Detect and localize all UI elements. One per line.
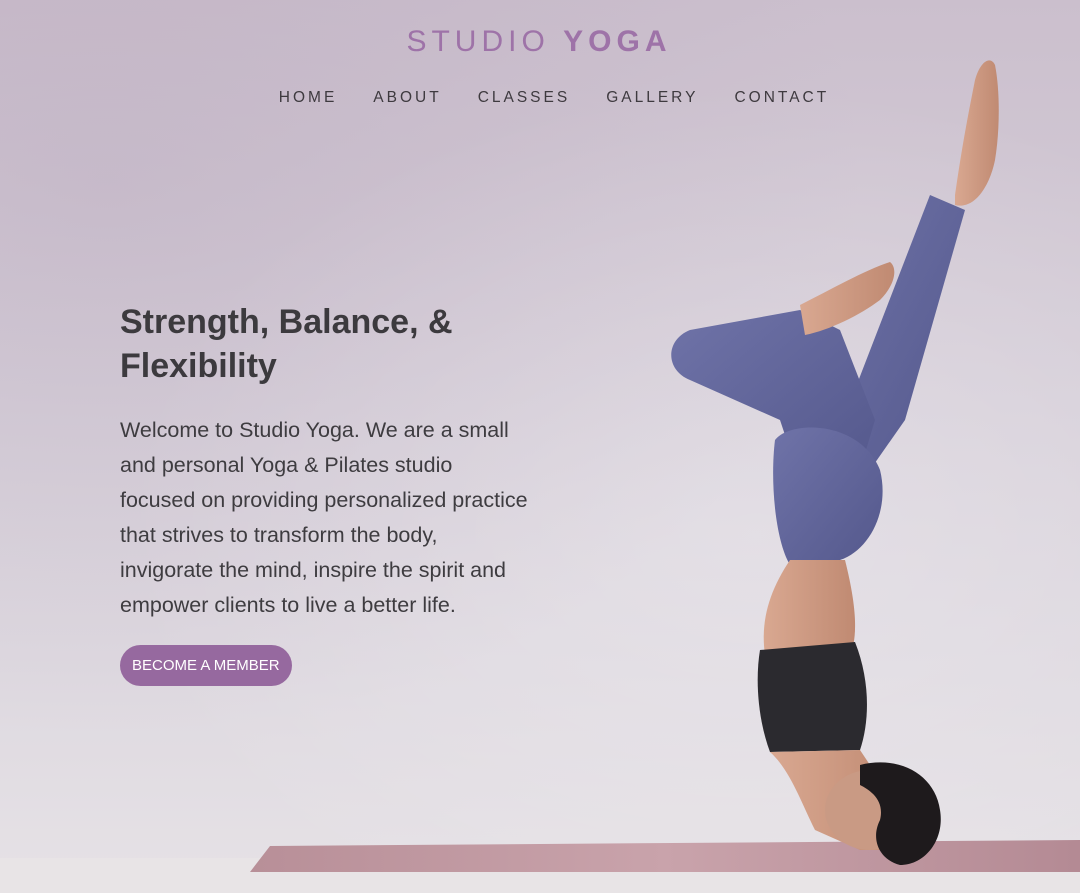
foot-bent xyxy=(800,262,895,335)
nav-item-classes[interactable]: CLASSES xyxy=(478,89,571,107)
nav-item-about[interactable]: ABOUT xyxy=(373,89,441,107)
nav-item-home[interactable]: HOME xyxy=(279,89,338,107)
brand-logo[interactable]: STUDIO YOGA xyxy=(0,25,1078,59)
nav-item-gallery[interactable]: GALLERY xyxy=(606,89,698,107)
main-nav: HOME ABOUT CLASSES GALLERY CONTACT xyxy=(0,89,1080,107)
become-member-button[interactable]: BECOME A MEMBER xyxy=(120,645,292,686)
hero-intro: Welcome to Studio Yoga. We are a small a… xyxy=(120,418,528,617)
nav-item-contact[interactable]: CONTACT xyxy=(734,89,829,107)
hero-headline: Strength, Balance, & Flexibility xyxy=(120,300,540,388)
brand-name-light: STUDIO xyxy=(406,25,550,58)
hero-content: Strength, Balance, & Flexibility Welcome… xyxy=(120,300,540,686)
yoga-mat xyxy=(250,840,1080,872)
sports-top xyxy=(757,642,867,752)
torso xyxy=(763,560,856,655)
site-header: STUDIO YOGA HOME ABOUT CLASSES GALLERY C… xyxy=(0,0,1080,140)
hero-headline-line1: Strength, Balance, & xyxy=(120,303,453,341)
brand-name-bold: YOGA xyxy=(563,25,672,58)
hero-headline-line2: Flexibility xyxy=(120,347,277,385)
